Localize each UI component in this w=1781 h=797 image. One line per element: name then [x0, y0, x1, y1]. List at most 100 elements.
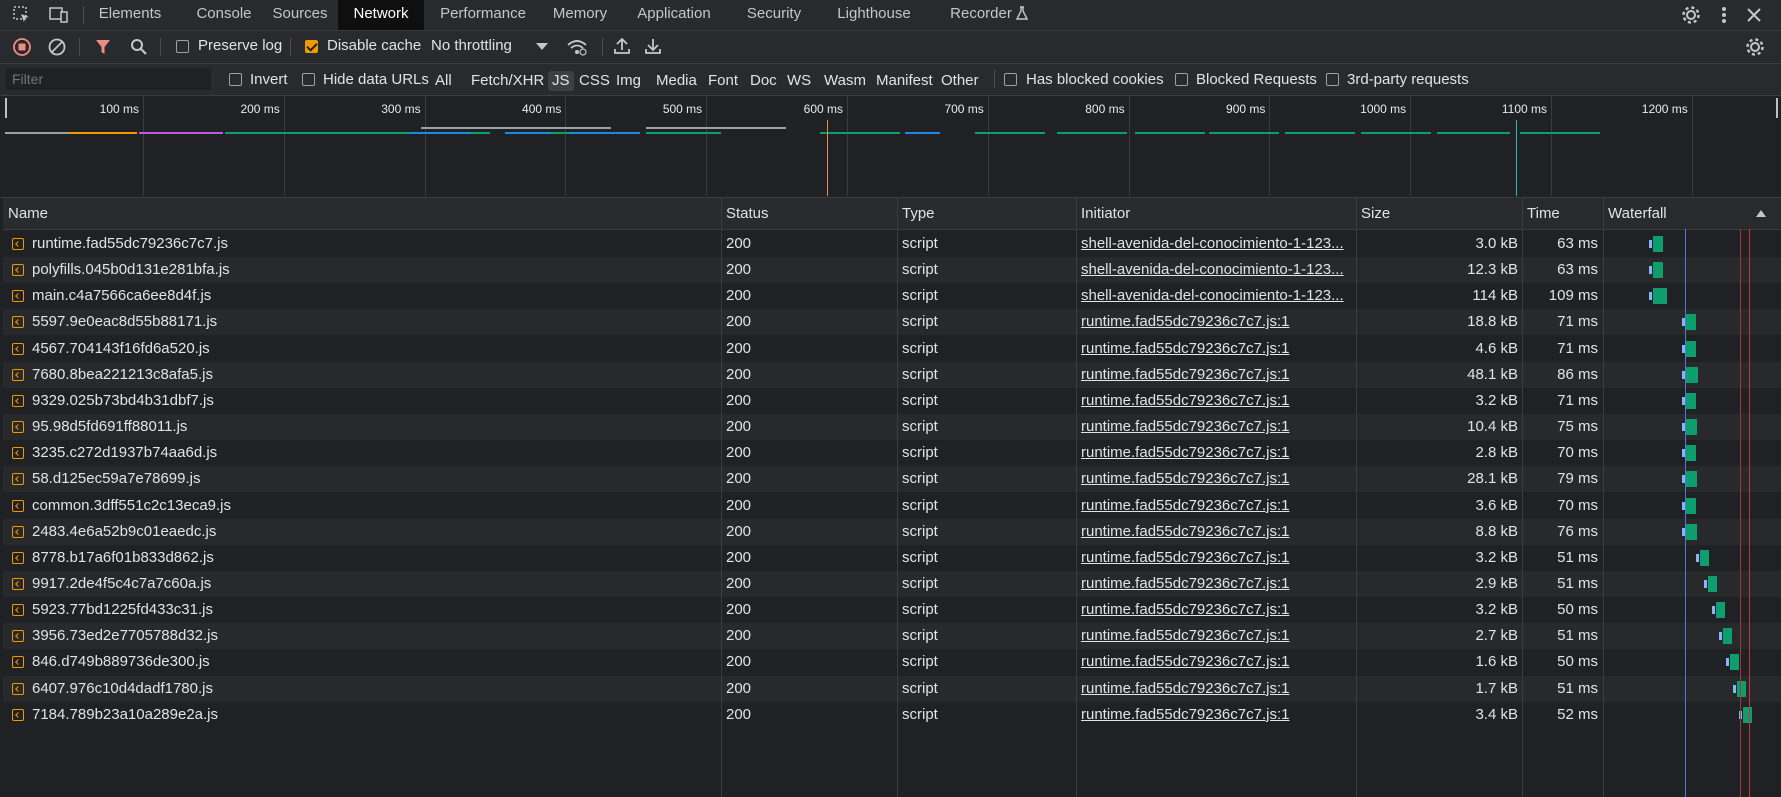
request-initiator[interactable]: runtime.fad55dc79236c7c7.js:1: [1081, 676, 1349, 702]
filter-input[interactable]: [6, 68, 211, 90]
column-header-initiator[interactable]: Initiator: [1076, 198, 1130, 229]
request-name: 7680.8bea221213c8afa5.js: [32, 365, 213, 383]
request-initiator[interactable]: runtime.fad55dc79236c7c7.js:1: [1081, 388, 1349, 414]
tab-performance[interactable]: Performance: [428, 0, 538, 30]
has-blocked-cookies-checkbox[interactable]: [1004, 73, 1017, 86]
filter-icon[interactable]: [95, 39, 111, 55]
request-initiator[interactable]: runtime.fad55dc79236c7c7.js:1: [1081, 493, 1349, 519]
filter-type-doc[interactable]: Doc: [746, 71, 781, 91]
table-row[interactable]: 4567.704143f16fd6a520.js 200 script runtime…: [3, 336, 1781, 362]
request-initiator[interactable]: runtime.fad55dc79236c7c7.js:1: [1081, 519, 1349, 545]
request-initiator[interactable]: shell-avenida-del-conocimiento-1-123...: [1081, 283, 1349, 309]
tab-application[interactable]: Application: [622, 0, 726, 30]
throttling-select[interactable]: No throttling: [431, 37, 512, 54]
request-initiator[interactable]: runtime.fad55dc79236c7c7.js:1: [1081, 545, 1349, 571]
table-row[interactable]: 9917.2de4f5c4c7a7c60a.js 200 script runtime…: [3, 570, 1781, 597]
request-initiator[interactable]: runtime.fad55dc79236c7c7.js:1: [1081, 362, 1349, 388]
table-row[interactable]: 9329.025b73bd4b31dbf7.js 200 script runtime…: [3, 388, 1781, 414]
filter-type-media[interactable]: Media: [652, 71, 701, 91]
table-row[interactable]: 6407.976c10d4dadf1780.js 200 script runtime…: [3, 675, 1781, 702]
inspect-element-icon[interactable]: [13, 6, 31, 24]
table-row[interactable]: 5923.77bd1225fd433c31.js 200 script runtime…: [3, 597, 1781, 623]
filter-type-css[interactable]: CSS: [575, 71, 614, 91]
tab-network[interactable]: Network: [338, 0, 424, 30]
table-row[interactable]: 8778.b17a6f01b833d862.js 200 script runtime…: [3, 545, 1781, 571]
stop-recording-icon[interactable]: [13, 38, 31, 56]
table-row[interactable]: 7680.8bea221213c8afa5.js 200 script runtime…: [3, 361, 1781, 388]
request-initiator[interactable]: runtime.fad55dc79236c7c7.js:1: [1081, 623, 1349, 649]
export-har-icon[interactable]: [644, 37, 662, 55]
filter-type-manifest[interactable]: Manifest: [872, 71, 937, 91]
table-row[interactable]: 3956.73ed2e7705788d32.js 200 script runtime…: [3, 623, 1781, 650]
filter-type-font[interactable]: Font: [704, 71, 742, 91]
clear-icon[interactable]: [48, 38, 66, 56]
request-initiator[interactable]: runtime.fad55dc79236c7c7.js:1: [1081, 440, 1349, 466]
table-row[interactable]: 58.d125ec59a7e78699.js 200 script runtime.f…: [3, 466, 1781, 493]
tab-memory[interactable]: Memory: [541, 0, 619, 30]
table-row[interactable]: 7184.789b23a10a289e2a.js 200 script runtime…: [3, 702, 1781, 728]
table-row[interactable]: 5597.9e0eac8d55b88171.js 200 script runtime…: [3, 309, 1781, 336]
more-options-icon[interactable]: [1719, 5, 1729, 25]
request-initiator[interactable]: shell-avenida-del-conocimiento-1-123...: [1081, 231, 1349, 257]
network-settings-gear-icon[interactable]: [1745, 37, 1765, 57]
overview-left-handle[interactable]: [5, 98, 7, 118]
import-har-icon[interactable]: [613, 37, 631, 55]
overview-tick-label: 1000 ms: [1360, 102, 1407, 116]
tab-sources[interactable]: Sources: [262, 0, 338, 30]
filter-type-all[interactable]: All: [431, 71, 456, 91]
table-row[interactable]: 846.d749b889736de300.js 200 script runtime.…: [3, 649, 1781, 675]
chevron-down-icon[interactable]: [536, 43, 548, 51]
tab-recorder[interactable]: Recorder: [927, 0, 1051, 30]
settings-gear-icon[interactable]: [1681, 5, 1701, 25]
blocked-requests-checkbox[interactable]: [1175, 73, 1188, 86]
filter-type-other[interactable]: Other: [937, 71, 983, 91]
request-initiator[interactable]: runtime.fad55dc79236c7c7.js:1: [1081, 414, 1349, 440]
filter-type-img[interactable]: Img: [612, 71, 645, 91]
request-initiator[interactable]: runtime.fad55dc79236c7c7.js:1: [1081, 571, 1349, 597]
column-header-type[interactable]: Type: [897, 198, 935, 229]
request-initiator[interactable]: runtime.fad55dc79236c7c7.js:1: [1081, 597, 1349, 623]
column-header-name[interactable]: Name: [3, 198, 48, 229]
filter-type-fetchxhr[interactable]: Fetch/XHR: [467, 71, 548, 91]
tab-lighthouse[interactable]: Lighthouse: [823, 0, 925, 30]
column-header-time[interactable]: Time: [1522, 198, 1560, 229]
sort-ascending-icon[interactable]: [1756, 209, 1766, 217]
disable-cache-checkbox[interactable]: [305, 40, 318, 53]
overview-request-bar: [69, 132, 137, 134]
waterfall-download-bar: [1686, 523, 1697, 540]
tab-security[interactable]: Security: [726, 0, 822, 30]
column-header-size[interactable]: Size: [1356, 198, 1390, 229]
table-row[interactable]: 3235.c272d1937b74aa6d.js 200 script runtime…: [3, 440, 1781, 466]
overview-right-handle[interactable]: [1776, 98, 1778, 118]
table-row[interactable]: runtime.fad55dc79236c7c7.js 200 script shel…: [3, 231, 1781, 257]
request-initiator[interactable]: runtime.fad55dc79236c7c7.js:1: [1081, 649, 1349, 675]
request-initiator[interactable]: runtime.fad55dc79236c7c7.js:1: [1081, 702, 1349, 728]
filter-type-ws[interactable]: WS: [783, 71, 815, 91]
script-file-icon: [12, 447, 24, 460]
table-row[interactable]: common.3dff551c2c13eca9.js 200 script runti…: [3, 493, 1781, 519]
invert-checkbox[interactable]: [229, 73, 242, 86]
network-conditions-icon[interactable]: [566, 37, 588, 57]
close-icon[interactable]: [1746, 7, 1762, 23]
column-header-waterfall[interactable]: Waterfall: [1603, 198, 1667, 229]
table-row[interactable]: polyfills.045b0d131e281bfa.js 200 script sh…: [3, 257, 1781, 284]
overview-timeline[interactable]: 100 ms 200 ms 300 ms 400 ms 500 ms 600 ms 700 …: [0, 96, 1781, 198]
tab-elements[interactable]: Elements: [90, 0, 170, 30]
request-initiator[interactable]: shell-avenida-del-conocimiento-1-123...: [1081, 257, 1349, 283]
request-initiator[interactable]: runtime.fad55dc79236c7c7.js:1: [1081, 336, 1349, 362]
table-row[interactable]: main.c4a7566ca6ee8d4f.js 200 script shell-a…: [3, 283, 1781, 309]
column-header-status[interactable]: Status: [721, 198, 769, 229]
device-toolbar-icon[interactable]: [49, 6, 69, 24]
request-initiator[interactable]: runtime.fad55dc79236c7c7.js:1: [1081, 309, 1349, 335]
request-initiator[interactable]: runtime.fad55dc79236c7c7.js:1: [1081, 466, 1349, 492]
filter-type-js[interactable]: JS: [548, 71, 574, 91]
preserve-log-checkbox[interactable]: [176, 40, 189, 53]
filter-type-wasm[interactable]: Wasm: [820, 71, 870, 91]
search-icon[interactable]: [130, 38, 148, 56]
hide-data-urls-checkbox[interactable]: [302, 73, 315, 86]
disable-cache-label: Disable cache: [327, 37, 422, 54]
tab-console[interactable]: Console: [186, 0, 262, 30]
table-row[interactable]: 2483.4e6a52b9c01eaedc.js 200 script runtime…: [3, 518, 1781, 545]
third-party-requests-checkbox[interactable]: [1326, 73, 1339, 86]
table-row[interactable]: 95.98d5fd691ff88011.js 200 script runtime.f…: [3, 414, 1781, 441]
